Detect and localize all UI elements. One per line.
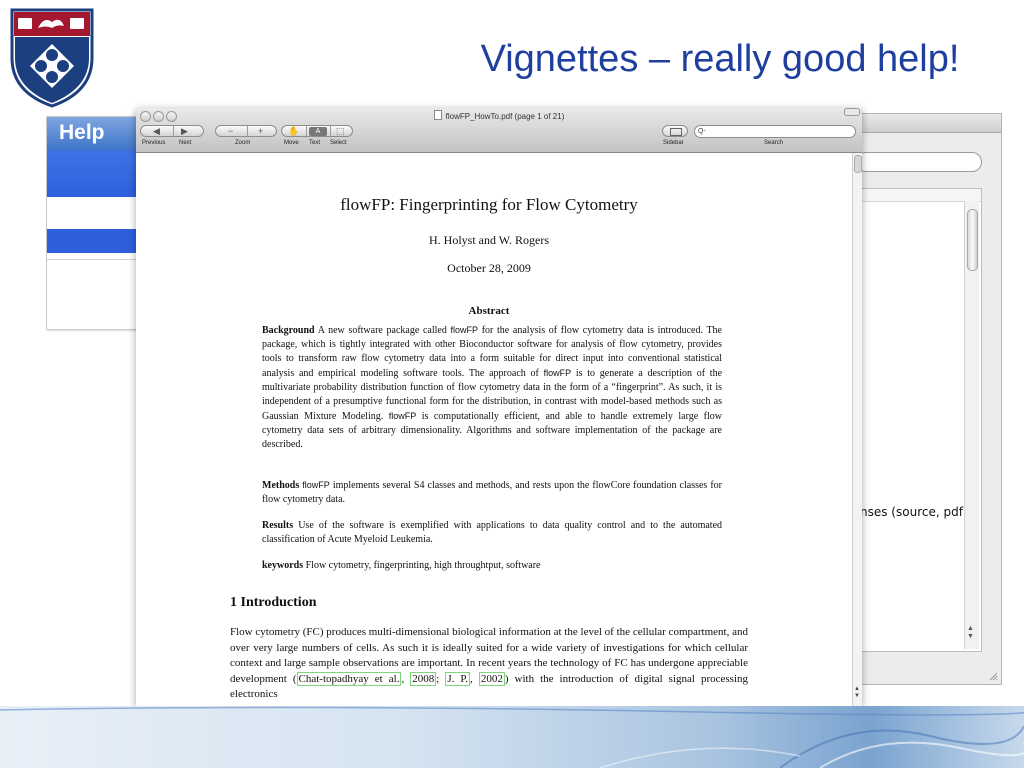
preview-window[interactable]: flowFP_HowTo.pdf (page 1 of 21) ◀ ▶ − + … xyxy=(136,108,862,706)
help-selected-row[interactable] xyxy=(47,229,147,253)
toolbar-toggle-button[interactable] xyxy=(844,108,860,116)
list-header xyxy=(857,189,981,202)
document-title: flowFP: Fingerprinting for Flow Cytometr… xyxy=(340,195,638,214)
pdf-page[interactable]: flowFP: Fingerprinting for Flow Cytometr… xyxy=(136,153,852,706)
search-icon: Q- xyxy=(698,128,706,135)
sidebar-icon xyxy=(670,128,682,136)
abstract-keywords: keywords Flow cytometry, fingerprinting,… xyxy=(262,560,541,571)
next-icon[interactable]: ▶ xyxy=(181,126,188,137)
document-scrollbar[interactable]: ▲ ▼ xyxy=(852,153,862,706)
tool-mode-control[interactable]: ✋ A ⬚ xyxy=(281,125,353,137)
window-title: flowFP_HowTo.pdf (page 1 of 21) xyxy=(136,110,862,121)
abstract-results: Results Use of the software is exemplifi… xyxy=(262,520,723,545)
help-window[interactable]: Help xyxy=(46,116,148,330)
document-scroll-arrows-icon[interactable]: ▲ ▼ xyxy=(854,686,860,700)
zoom-in-icon[interactable]: + xyxy=(258,126,263,137)
citation-link[interactable]: 2002 xyxy=(478,671,505,686)
text-select-icon[interactable]: A xyxy=(309,127,327,136)
citation-link[interactable]: J. P. xyxy=(445,671,471,686)
previous-next-control[interactable]: ◀ ▶ xyxy=(140,125,204,137)
citation-link[interactable]: Chat-topadhyay et al. xyxy=(296,671,402,686)
abstract-methods: Methods flowFP implements several S4 cla… xyxy=(262,480,723,505)
pdf-search-field[interactable]: Q- xyxy=(694,125,856,138)
background-window-toolbar xyxy=(856,114,1001,133)
help-divider xyxy=(47,259,147,260)
scroll-thumb[interactable] xyxy=(967,209,978,271)
citation-link[interactable]: 2008 xyxy=(410,671,437,686)
footer-decoration xyxy=(0,706,1024,768)
move-label: Move xyxy=(284,140,299,146)
zoom-control[interactable]: − + xyxy=(215,125,277,137)
abstract-heading: Abstract xyxy=(468,305,510,317)
segment-divider xyxy=(330,126,331,136)
zoom-label: Zoom xyxy=(235,140,251,146)
previous-label: Previous xyxy=(142,140,166,146)
document-date: October 28, 2009 xyxy=(447,261,531,275)
select-label: Select xyxy=(330,140,347,146)
slide-title: Vignettes – really good help! xyxy=(480,38,960,80)
document-scroll-thumb[interactable] xyxy=(854,155,862,173)
search-label: Search xyxy=(764,140,784,146)
help-banner xyxy=(47,151,147,197)
document-authors: H. Holyst and W. Rogers xyxy=(429,233,549,247)
sidebar-label: Sidebar xyxy=(663,140,684,146)
help-header: Help xyxy=(47,117,147,151)
zoom-out-icon[interactable]: − xyxy=(228,126,233,137)
segment-divider xyxy=(247,126,248,136)
background-search-field[interactable] xyxy=(856,152,982,172)
resize-grip-icon[interactable] xyxy=(988,671,998,681)
abstract-background: Background A new software package called… xyxy=(262,325,723,450)
pdf-document-icon xyxy=(433,110,442,120)
background-window[interactable]: nses (source, pdf) ▲ ▼ xyxy=(855,113,1002,685)
previous-icon[interactable]: ◀ xyxy=(153,126,160,137)
segment-divider xyxy=(173,126,174,136)
scroll-arrows-icon[interactable]: ▲ ▼ xyxy=(967,625,974,641)
list-scrollbar[interactable]: ▲ ▼ xyxy=(964,201,979,649)
introduction-heading: 1 Introduction xyxy=(230,595,317,610)
introduction-paragraph: Flow cytometry (FC) produces multi-dimen… xyxy=(230,626,749,700)
hand-move-icon[interactable]: ✋ xyxy=(288,126,299,137)
marquee-select-icon[interactable]: ⬚ xyxy=(336,126,345,137)
preview-titlebar[interactable]: flowFP_HowTo.pdf (page 1 of 21) ◀ ▶ − + … xyxy=(136,108,862,153)
sidebar-button[interactable] xyxy=(662,125,688,137)
background-list[interactable]: nses (source, pdf) ▲ ▼ xyxy=(856,188,982,652)
list-item-text[interactable]: nses (source, pdf) xyxy=(860,505,968,519)
segment-divider xyxy=(306,126,307,136)
text-label: Text xyxy=(309,140,321,146)
university-shield-logo xyxy=(10,8,94,108)
next-label: Next xyxy=(179,140,192,146)
